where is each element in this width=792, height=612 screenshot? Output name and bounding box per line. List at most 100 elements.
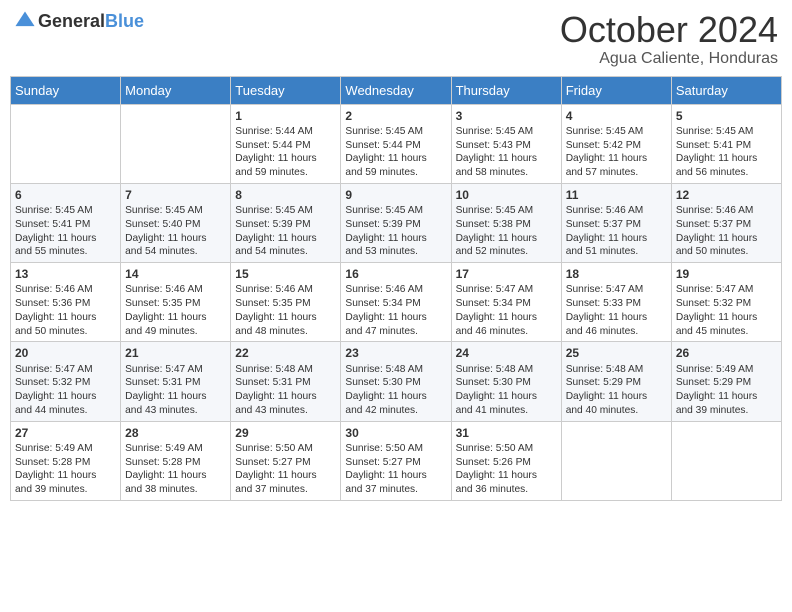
calendar-cell: 20 Sunrise: 5:47 AMSunset: 5:32 PMDayligh… <box>11 342 121 421</box>
weekday-header: Tuesday <box>231 76 341 104</box>
day-number: 26 <box>676 345 777 361</box>
day-number: 8 <box>235 187 336 203</box>
calendar-cell: 26Sunrise: 5:49 AMSunset: 5:29 PMDayligh… <box>671 342 781 421</box>
calendar-cell: 30Sunrise: 5:50 AMSunset: 5:27 PMDayligh… <box>341 421 451 500</box>
calendar-week-row: 20 Sunrise: 5:47 AMSunset: 5:32 PMDayligh… <box>11 342 782 421</box>
cell-info: Sunrise: 5:46 AMSunset: 5:34 PMDaylight:… <box>345 283 446 338</box>
logo-text-blue: Blue <box>105 11 144 31</box>
calendar-cell: 24Sunrise: 5:48 AMSunset: 5:30 PMDayligh… <box>451 342 561 421</box>
day-number: 11 <box>566 187 667 203</box>
calendar-cell: 3Sunrise: 5:45 AMSunset: 5:43 PMDaylight… <box>451 104 561 183</box>
day-number: 28 <box>125 425 226 441</box>
cell-info: Sunrise: 5:48 AMSunset: 5:29 PMDaylight:… <box>566 363 667 418</box>
calendar-week-row: 27Sunrise: 5:49 AMSunset: 5:28 PMDayligh… <box>11 421 782 500</box>
cell-info: Sunrise: 5:45 AMSunset: 5:39 PMDaylight:… <box>235 204 336 259</box>
logo-icon <box>14 10 36 32</box>
month-title: October 2024 <box>560 10 778 50</box>
calendar-cell: 13Sunrise: 5:46 AMSunset: 5:36 PMDayligh… <box>11 263 121 342</box>
logo: GeneralBlue <box>14 10 144 32</box>
cell-info: Sunrise: 5:45 AMSunset: 5:41 PMDaylight:… <box>676 125 777 180</box>
cell-info: Sunrise: 5:49 AMSunset: 5:28 PMDaylight:… <box>125 442 226 497</box>
cell-info: Sunrise: 5:45 AMSunset: 5:40 PMDaylight:… <box>125 204 226 259</box>
calendar-cell: 16Sunrise: 5:46 AMSunset: 5:34 PMDayligh… <box>341 263 451 342</box>
cell-info: Sunrise: 5:50 AMSunset: 5:26 PMDaylight:… <box>456 442 557 497</box>
day-number: 16 <box>345 266 446 282</box>
day-number: 29 <box>235 425 336 441</box>
calendar-cell: 8Sunrise: 5:45 AMSunset: 5:39 PMDaylight… <box>231 183 341 262</box>
calendar-week-row: 13Sunrise: 5:46 AMSunset: 5:36 PMDayligh… <box>11 263 782 342</box>
weekday-header: Monday <box>121 76 231 104</box>
day-number: 5 <box>676 108 777 124</box>
calendar-header-row: SundayMondayTuesdayWednesdayThursdayFrid… <box>11 76 782 104</box>
calendar-cell: 11Sunrise: 5:46 AMSunset: 5:37 PMDayligh… <box>561 183 671 262</box>
calendar-cell: 18Sunrise: 5:47 AMSunset: 5:33 PMDayligh… <box>561 263 671 342</box>
title-block: October 2024 Agua Caliente, Honduras <box>560 10 778 68</box>
calendar-cell <box>11 104 121 183</box>
cell-info: Sunrise: 5:46 AMSunset: 5:37 PMDaylight:… <box>676 204 777 259</box>
cell-info: Sunrise: 5:48 AMSunset: 5:31 PMDaylight:… <box>235 363 336 418</box>
weekday-header: Saturday <box>671 76 781 104</box>
day-number: 17 <box>456 266 557 282</box>
day-number: 6 <box>15 187 116 203</box>
calendar-cell: 21Sunrise: 5:47 AMSunset: 5:31 PMDayligh… <box>121 342 231 421</box>
day-number: 13 <box>15 266 116 282</box>
calendar-cell: 15Sunrise: 5:46 AMSunset: 5:35 PMDayligh… <box>231 263 341 342</box>
calendar-cell: 17Sunrise: 5:47 AMSunset: 5:34 PMDayligh… <box>451 263 561 342</box>
weekday-header: Thursday <box>451 76 561 104</box>
day-number: 19 <box>676 266 777 282</box>
cell-info: Sunrise: 5:45 AMSunset: 5:43 PMDaylight:… <box>456 125 557 180</box>
calendar-week-row: 1Sunrise: 5:44 AMSunset: 5:44 PMDaylight… <box>11 104 782 183</box>
cell-info: Sunrise: 5:44 AMSunset: 5:44 PMDaylight:… <box>235 125 336 180</box>
calendar-cell: 31Sunrise: 5:50 AMSunset: 5:26 PMDayligh… <box>451 421 561 500</box>
day-number: 24 <box>456 345 557 361</box>
calendar-cell <box>671 421 781 500</box>
calendar-cell <box>561 421 671 500</box>
day-number: 15 <box>235 266 336 282</box>
calendar-cell: 6Sunrise: 5:45 AMSunset: 5:41 PMDaylight… <box>11 183 121 262</box>
cell-info: Sunrise: 5:47 AMSunset: 5:32 PMDaylight:… <box>676 283 777 338</box>
calendar-cell: 4Sunrise: 5:45 AMSunset: 5:42 PMDaylight… <box>561 104 671 183</box>
calendar-cell: 5Sunrise: 5:45 AMSunset: 5:41 PMDaylight… <box>671 104 781 183</box>
day-number: 10 <box>456 187 557 203</box>
cell-info: Sunrise: 5:50 AMSunset: 5:27 PMDaylight:… <box>235 442 336 497</box>
cell-info: Sunrise: 5:47 AMSunset: 5:34 PMDaylight:… <box>456 283 557 338</box>
cell-info: Sunrise: 5:45 AMSunset: 5:38 PMDaylight:… <box>456 204 557 259</box>
day-number: 18 <box>566 266 667 282</box>
calendar-cell: 19Sunrise: 5:47 AMSunset: 5:32 PMDayligh… <box>671 263 781 342</box>
calendar-cell: 23Sunrise: 5:48 AMSunset: 5:30 PMDayligh… <box>341 342 451 421</box>
calendar-cell: 22 Sunrise: 5:48 AMSunset: 5:31 PMDayligh… <box>231 342 341 421</box>
cell-info: Sunrise: 5:47 AMSunset: 5:33 PMDaylight:… <box>566 283 667 338</box>
calendar-cell: 25Sunrise: 5:48 AMSunset: 5:29 PMDayligh… <box>561 342 671 421</box>
day-number: 21 <box>125 345 226 361</box>
day-number: 20 <box>15 345 116 361</box>
calendar-cell: 9Sunrise: 5:45 AMSunset: 5:39 PMDaylight… <box>341 183 451 262</box>
logo-text-general: General <box>38 11 105 31</box>
cell-info: Sunrise: 5:49 AMSunset: 5:28 PMDaylight:… <box>15 442 116 497</box>
day-number: 2 <box>345 108 446 124</box>
day-number: 9 <box>345 187 446 203</box>
cell-info: Sunrise: 5:46 AMSunset: 5:35 PMDaylight:… <box>235 283 336 338</box>
calendar-cell: 1Sunrise: 5:44 AMSunset: 5:44 PMDaylight… <box>231 104 341 183</box>
calendar-cell: 12Sunrise: 5:46 AMSunset: 5:37 PMDayligh… <box>671 183 781 262</box>
day-number: 7 <box>125 187 226 203</box>
calendar-cell: 10Sunrise: 5:45 AMSunset: 5:38 PMDayligh… <box>451 183 561 262</box>
day-number: 23 <box>345 345 446 361</box>
calendar-cell: 27Sunrise: 5:49 AMSunset: 5:28 PMDayligh… <box>11 421 121 500</box>
day-number: 14 <box>125 266 226 282</box>
day-number: 4 <box>566 108 667 124</box>
calendar-cell: 14Sunrise: 5:46 AMSunset: 5:35 PMDayligh… <box>121 263 231 342</box>
cell-info: Sunrise: 5:46 AMSunset: 5:35 PMDaylight:… <box>125 283 226 338</box>
calendar-week-row: 6Sunrise: 5:45 AMSunset: 5:41 PMDaylight… <box>11 183 782 262</box>
page-header: GeneralBlue October 2024 Agua Caliente, … <box>10 10 782 68</box>
cell-info: Sunrise: 5:45 AMSunset: 5:39 PMDaylight:… <box>345 204 446 259</box>
calendar-cell: 7Sunrise: 5:45 AMSunset: 5:40 PMDaylight… <box>121 183 231 262</box>
day-number: 27 <box>15 425 116 441</box>
cell-info: Sunrise: 5:50 AMSunset: 5:27 PMDaylight:… <box>345 442 446 497</box>
day-number: 3 <box>456 108 557 124</box>
location-title: Agua Caliente, Honduras <box>560 50 778 68</box>
calendar-cell <box>121 104 231 183</box>
day-number: 22 <box>235 345 336 361</box>
cell-info: Sunrise: 5:47 AMSunset: 5:32 PMDaylight:… <box>15 363 116 418</box>
weekday-header: Sunday <box>11 76 121 104</box>
cell-info: Sunrise: 5:45 AMSunset: 5:42 PMDaylight:… <box>566 125 667 180</box>
